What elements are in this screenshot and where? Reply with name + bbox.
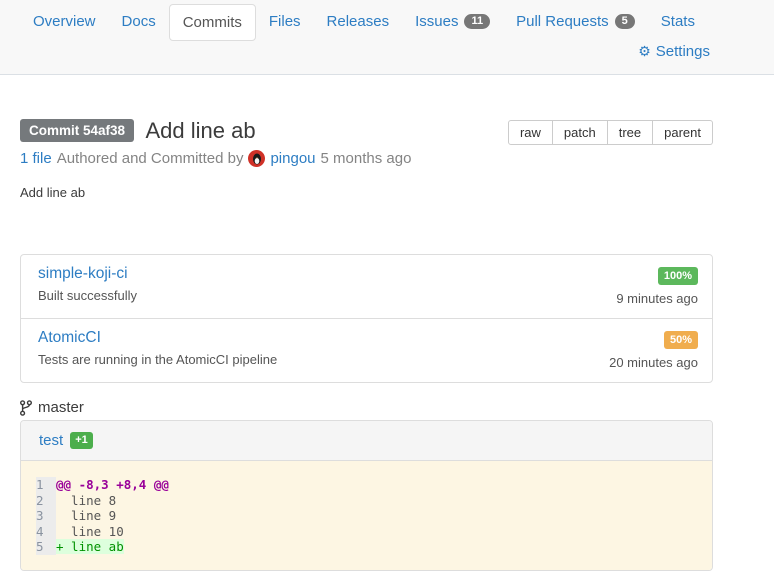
code-fork-icon (20, 400, 32, 416)
patch-button[interactable]: patch (553, 120, 608, 145)
diff-file-link[interactable]: test (39, 432, 63, 449)
commit-description: Add line ab (20, 185, 713, 200)
diff-body: 1 @@ -8,3 +8,4 @@ 2 line 8 3 line 9 4 li… (21, 461, 712, 570)
lines-added-badge: +1 (70, 432, 93, 449)
files-changed-link[interactable]: 1 file (20, 150, 52, 167)
ci-timestamp: 9 minutes ago (616, 291, 698, 306)
project-nav: Overview Docs Commits Files Releases Iss… (0, 0, 774, 41)
line-number[interactable]: 2 (36, 493, 56, 509)
main-content: Commit 54af38 Add line ab raw patch tree… (20, 118, 713, 571)
line-number[interactable]: 4 (36, 524, 56, 540)
diff-line: 2 line 8 (36, 493, 169, 509)
ci-status-card: simple-koji-ci Built successfully 100% 9… (20, 254, 713, 383)
diff-line: 1 @@ -8,3 +8,4 @@ (36, 477, 169, 493)
commit-meta: 1 file Authored and Committed by pingou … (20, 150, 713, 167)
ci-result: 100% 9 minutes ago (616, 265, 698, 306)
tab-docs[interactable]: Docs (109, 4, 169, 39)
tab-issues[interactable]: Issues 11 (402, 4, 503, 39)
diff-line: 5 + line ab (36, 539, 169, 555)
tab-stats[interactable]: Stats (648, 4, 708, 39)
diff-line: 4 line 10 (36, 524, 169, 540)
branch-row: master (20, 399, 713, 416)
tab-label: Overview (33, 13, 96, 30)
tab-label: Files (269, 13, 301, 30)
tab-label: Docs (122, 13, 156, 30)
settings-link[interactable]: ⚙ Settings (638, 43, 710, 60)
ci-percent-badge: 100% (658, 267, 698, 285)
ci-status-text: Built successfully (38, 288, 137, 303)
tab-files[interactable]: Files (256, 4, 314, 39)
gear-icon: ⚙ (638, 43, 651, 60)
ci-percent-badge: 50% (664, 331, 698, 349)
ci-service-link[interactable]: AtomicCI (38, 329, 101, 346)
pull-requests-count-badge: 5 (615, 14, 635, 29)
tab-label: Releases (327, 13, 390, 30)
author-link[interactable]: pingou (270, 150, 315, 167)
commit-title: Add line ab (146, 118, 256, 144)
tab-overview[interactable]: Overview (20, 4, 109, 39)
parent-button[interactable]: parent (653, 120, 713, 145)
diff-table: 1 @@ -8,3 +8,4 @@ 2 line 8 3 line 9 4 li… (36, 477, 169, 555)
diff-code-cell: line 10 (56, 524, 169, 540)
tab-label: Issues (415, 13, 458, 30)
ci-status-text: Tests are running in the AtomicCI pipeli… (38, 352, 277, 367)
line-number[interactable]: 3 (36, 508, 56, 524)
tree-button[interactable]: tree (608, 120, 653, 145)
tab-label: Pull Requests (516, 13, 609, 30)
diff-code-cell: line 9 (56, 508, 169, 524)
context-line-text: line 9 (56, 508, 116, 523)
issues-count-badge: 11 (464, 14, 490, 29)
added-line-text: + line ab (56, 539, 124, 554)
ci-row: AtomicCI Tests are running in the Atomic… (21, 318, 712, 382)
branch-name: master (38, 399, 84, 416)
line-number[interactable]: 1 (36, 477, 56, 493)
diff-code-cell: @@ -8,3 +8,4 @@ (56, 477, 169, 493)
ci-result: 50% 20 minutes ago (609, 329, 698, 370)
diff-line: 3 line 9 (36, 508, 169, 524)
hunk-header-text: @@ -8,3 +8,4 @@ (56, 477, 169, 492)
diff-code-cell: line 8 (56, 493, 169, 509)
ci-info: simple-koji-ci Built successfully (38, 265, 137, 306)
ci-timestamp: 20 minutes ago (609, 355, 698, 370)
context-line-text: line 8 (56, 493, 116, 508)
diff-file-header: test +1 (21, 421, 712, 461)
diff-panel: test +1 1 @@ -8,3 +8,4 @@ 2 line 8 3 lin… (20, 420, 713, 571)
tab-label: Stats (661, 13, 695, 30)
settings-label: Settings (656, 43, 710, 60)
ci-row: simple-koji-ci Built successfully 100% 9… (21, 255, 712, 318)
settings-row: ⚙ Settings (0, 43, 774, 60)
author-avatar[interactable] (248, 150, 265, 167)
commit-actions: raw patch tree parent (508, 120, 713, 145)
context-line-text: line 10 (56, 524, 124, 539)
commit-byline: Authored and Committed by (57, 150, 244, 167)
raw-button[interactable]: raw (508, 120, 553, 145)
tab-pull-requests[interactable]: Pull Requests 5 (503, 4, 648, 39)
commit-header: Commit 54af38 Add line ab raw patch tree… (20, 118, 713, 145)
ci-service-link[interactable]: simple-koji-ci (38, 265, 128, 282)
tab-label: Commits (183, 14, 242, 31)
commit-time: 5 months ago (321, 150, 412, 167)
project-masthead: Overview Docs Commits Files Releases Iss… (0, 0, 774, 75)
line-number[interactable]: 5 (36, 539, 56, 555)
commit-title-block: Commit 54af38 Add line ab (20, 118, 256, 144)
tab-commits[interactable]: Commits (169, 4, 256, 41)
diff-code-cell: + line ab (56, 539, 169, 555)
ci-info: AtomicCI Tests are running in the Atomic… (38, 329, 277, 370)
commit-hash-badge: Commit 54af38 (20, 119, 134, 142)
tux-icon (252, 153, 262, 165)
tab-releases[interactable]: Releases (314, 4, 403, 39)
